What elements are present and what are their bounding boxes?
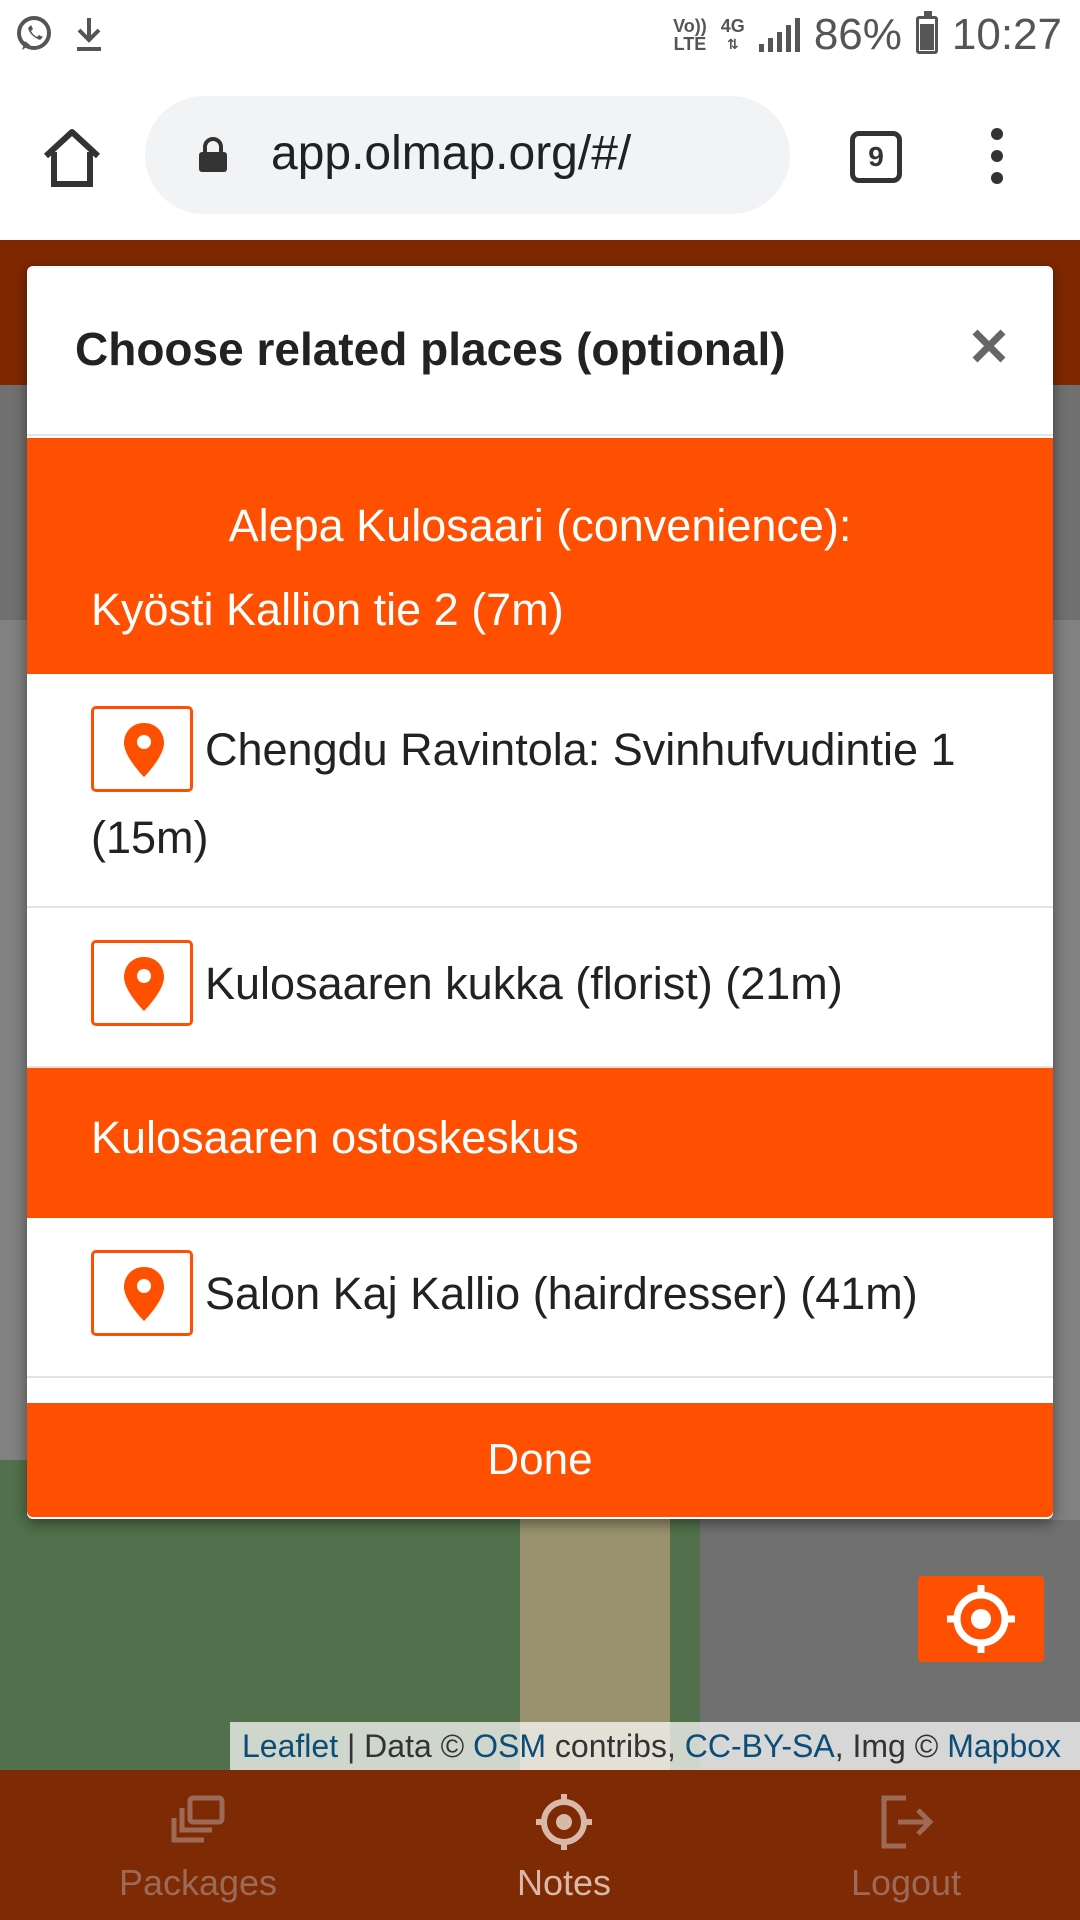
place-group-header[interactable]: Alepa Kulosaari (convenience): Kyösti Ka… <box>27 438 1053 674</box>
map-pin-icon <box>124 723 164 778</box>
group-title-line1: Alepa Kulosaari (convenience): <box>228 500 852 551</box>
license-link[interactable]: CC-BY-SA <box>685 1728 835 1764</box>
map-pin-icon <box>124 1267 164 1322</box>
pin-toggle[interactable] <box>91 1250 193 1337</box>
tab-switcher-button[interactable]: 9 <box>850 131 902 183</box>
places-list: Alepa Kulosaari (convenience): Kyösti Ka… <box>27 438 1053 1378</box>
pin-toggle[interactable] <box>91 940 193 1027</box>
mapbox-link[interactable]: Mapbox <box>947 1728 1061 1764</box>
close-icon[interactable] <box>969 326 1009 366</box>
data-type-indicator: 4G ⇅ <box>721 17 745 53</box>
nav-label: Logout <box>850 1862 962 1903</box>
signal-icon <box>758 18 800 52</box>
battery-icon <box>915 11 938 54</box>
layers-icon <box>171 1795 225 1843</box>
done-button[interactable]: Done <box>27 1403 1053 1517</box>
attribution-text: contribs, <box>546 1728 685 1764</box>
attribution-text: | Data © <box>338 1728 474 1764</box>
url-text[interactable]: app.olmap.org/#/ <box>271 126 631 181</box>
nav-packages[interactable]: Packages <box>18 1770 378 1920</box>
locate-me-button[interactable] <box>918 1576 1044 1662</box>
map-pin-icon <box>124 957 164 1012</box>
clock: 10:27 <box>951 10 1062 59</box>
data-type-label: 4G <box>720 16 745 36</box>
list-item[interactable]: Chengdu Ravintola: Svinhufvudintie 1 (15… <box>27 674 1053 908</box>
map-attribution: Leaflet | Data © OSM contribs, CC-BY-SA,… <box>230 1722 1080 1770</box>
related-places-modal: Choose related places (optional) Alepa K… <box>27 266 1053 1519</box>
browser-toolbar: app.olmap.org/#/ 9 <box>0 76 1080 240</box>
place-label: Chengdu Ravintola: Svinhufvudintie 1 (15… <box>91 724 956 864</box>
crosshair-icon <box>536 1794 592 1850</box>
nav-label: Notes <box>516 1862 612 1903</box>
volte-top: Vo)) <box>673 16 707 36</box>
logout-icon <box>881 1795 934 1849</box>
bottom-nav: Packages Notes Logout <box>0 1770 1080 1920</box>
place-label: Salon Kaj Kallio (hairdresser) (41m) <box>205 1268 918 1319</box>
nav-logout[interactable]: Logout <box>726 1770 1080 1920</box>
nav-label: Packages <box>118 1862 278 1903</box>
browser-menu-icon[interactable] <box>982 128 1012 188</box>
home-icon[interactable] <box>40 126 104 190</box>
crosshair-icon <box>947 1585 1015 1653</box>
address-bar[interactable]: app.olmap.org/#/ <box>145 96 790 214</box>
place-group-header[interactable]: Kulosaaren ostoskeskus <box>27 1068 1053 1218</box>
list-item[interactable]: Salon Kaj Kallio (hairdresser) (41m) <box>27 1218 1053 1378</box>
place-label: Kulosaaren kukka (florist) (21m) <box>205 958 843 1009</box>
download-icon <box>77 18 101 51</box>
group-title-line1: Kulosaaren ostoskeskus <box>91 1112 579 1163</box>
lock-icon <box>199 137 227 172</box>
modal-header: Choose related places (optional) <box>27 266 1053 436</box>
whatsapp-icon <box>17 16 51 50</box>
leaflet-link[interactable]: Leaflet <box>242 1728 338 1764</box>
modal-title: Choose related places (optional) <box>75 323 786 375</box>
status-left <box>14 14 106 54</box>
group-title-line2: Kyösti Kallion tie 2 (7m) <box>91 584 564 635</box>
data-arrows-icon: ⇅ <box>726 36 739 52</box>
volte-indicator: Vo)) LTE <box>673 17 707 53</box>
status-bar: Vo)) LTE 4G ⇅ 86% 10:27 <box>0 0 1080 76</box>
attribution-text: , Img © <box>834 1728 948 1764</box>
nav-notes[interactable]: Notes <box>384 1770 744 1920</box>
pin-toggle[interactable] <box>91 706 193 793</box>
osm-link[interactable]: OSM <box>473 1728 546 1764</box>
status-right: Vo)) LTE 4G ⇅ 86% 10:27 <box>673 10 1062 60</box>
list-item[interactable]: Kulosaaren kukka (florist) (21m) <box>27 908 1053 1068</box>
battery-percent: 86% <box>813 10 902 59</box>
volte-bottom: LTE <box>673 34 707 54</box>
